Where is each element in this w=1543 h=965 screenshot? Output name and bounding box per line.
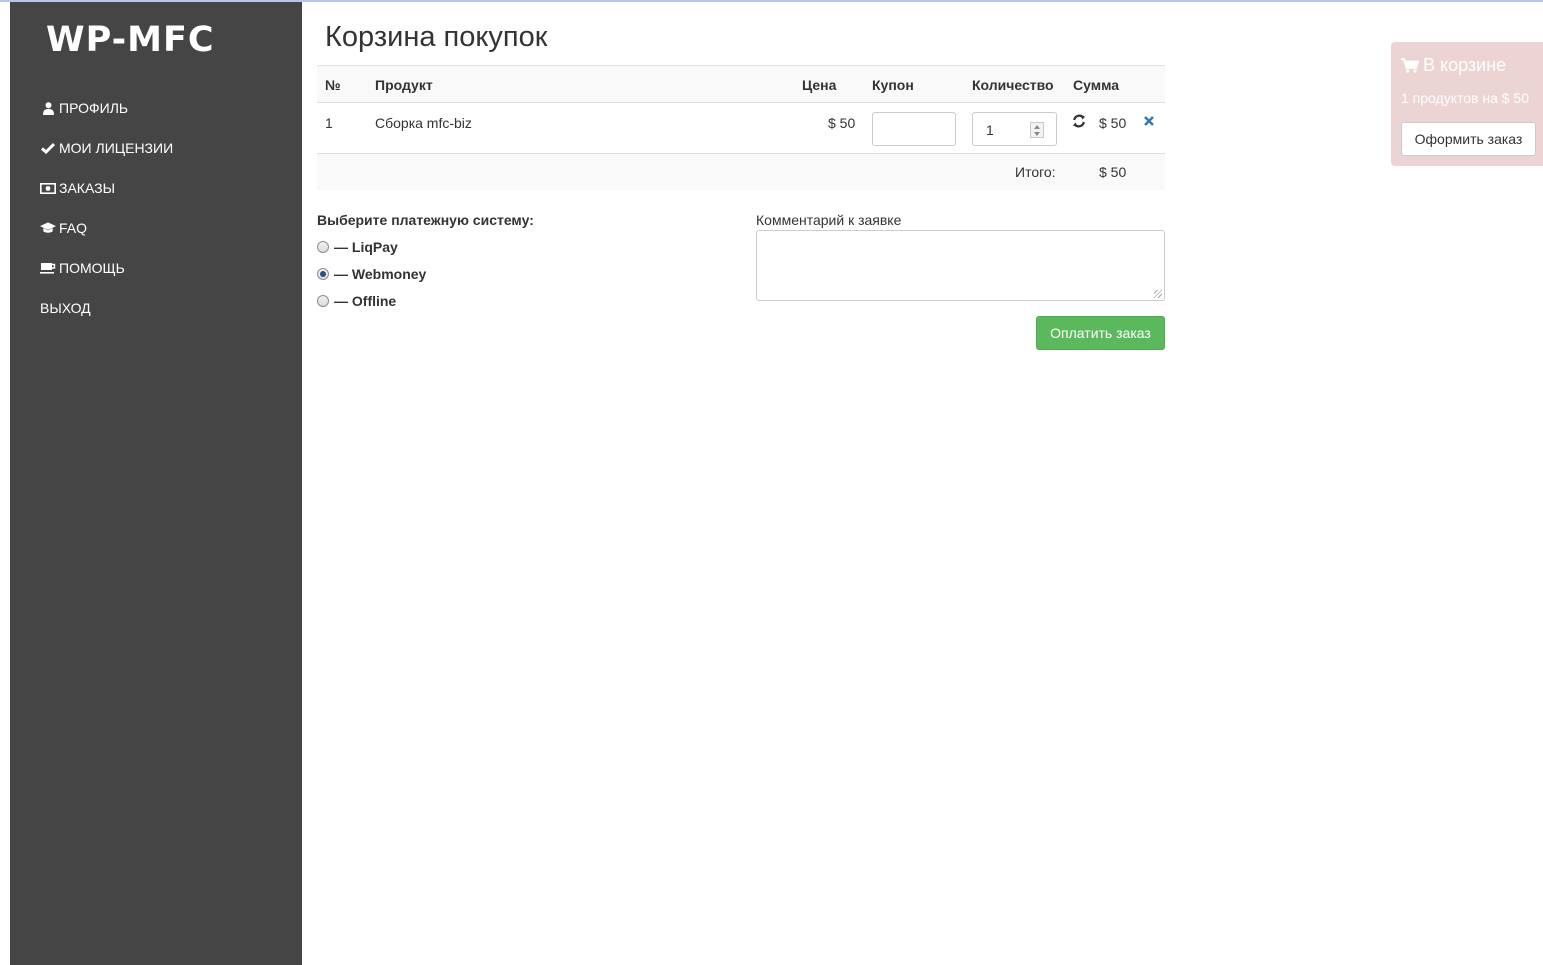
spinner-up-icon[interactable] bbox=[1034, 125, 1040, 129]
coffee-icon bbox=[40, 261, 56, 275]
sidebar-item-orders[interactable]: ЗАКАЗЫ bbox=[40, 168, 173, 208]
checkout-button[interactable]: Оформить заказ bbox=[1401, 122, 1536, 156]
sidebar-item-logout[interactable]: ВЫХОД bbox=[40, 288, 173, 328]
payment-option-label: — Offline bbox=[334, 293, 397, 309]
sidebar-item-faq[interactable]: FAQ bbox=[40, 208, 173, 248]
header-coupon: Купон bbox=[872, 77, 914, 93]
money-icon bbox=[40, 181, 56, 195]
mini-cart: В корзине 1 продуктов на $ 50 Оформить з… bbox=[1391, 42, 1543, 166]
quantity-spinner[interactable] bbox=[1030, 122, 1044, 138]
table-row: 1 Сборка mfc-biz $ 50 1 $ 50 bbox=[317, 103, 1165, 154]
sidebar-item-label: FAQ bbox=[59, 220, 88, 236]
sidebar-item-label: МОИ ЛИЦЕНЗИИ bbox=[59, 140, 174, 156]
row-product: Сборка mfc-biz bbox=[375, 115, 472, 131]
quantity-stepper[interactable]: 1 bbox=[972, 112, 1057, 146]
pay-order-button[interactable]: Оплатить заказ bbox=[1036, 316, 1165, 350]
row-price: $ 50 bbox=[828, 115, 856, 131]
total-value: $ 50 bbox=[1099, 164, 1127, 180]
comment-label: Комментарий к заявке bbox=[756, 212, 902, 228]
payment-option-offline[interactable]: — Offline bbox=[317, 293, 396, 309]
sidebar: WP-MFC ПРОФИЛЬ МОИ ЛИЦЕНЗИИ ЗАКАЗЫ FAQ П… bbox=[10, 2, 302, 965]
sidebar-item-label: ЗАКАЗЫ bbox=[59, 180, 115, 196]
total-label: Итого: bbox=[1015, 164, 1056, 180]
quantity-value: 1 bbox=[986, 122, 994, 138]
cart-table: № Продукт Цена Купон Количество Сумма 1 … bbox=[317, 65, 1165, 190]
header-num: № bbox=[325, 77, 341, 93]
coupon-input[interactable] bbox=[872, 112, 956, 146]
radio-liqpay[interactable] bbox=[317, 241, 329, 253]
table-header: № Продукт Цена Купон Количество Сумма bbox=[317, 65, 1165, 103]
graduation-cap-icon bbox=[40, 221, 56, 235]
mini-cart-summary: 1 продуктов на $ 50 bbox=[1401, 90, 1529, 106]
comment-textarea[interactable] bbox=[756, 230, 1165, 301]
payment-title: Выберите платежную систему: bbox=[317, 212, 534, 228]
payment-option-label: — LiqPay bbox=[334, 239, 398, 255]
total-row: Итого: $ 50 bbox=[317, 154, 1165, 190]
payment-option-liqpay[interactable]: — LiqPay bbox=[317, 239, 398, 255]
mini-cart-title: В корзине bbox=[1401, 55, 1506, 76]
mini-cart-title-text: В корзине bbox=[1423, 55, 1507, 75]
sidebar-item-profile[interactable]: ПРОФИЛЬ bbox=[40, 88, 173, 128]
header-sum: Сумма bbox=[1073, 77, 1120, 93]
header-price: Цена bbox=[802, 77, 837, 93]
check-icon bbox=[40, 141, 56, 155]
remove-icon[interactable] bbox=[1143, 114, 1155, 126]
resize-grip-icon[interactable] bbox=[1154, 290, 1162, 298]
radio-offline[interactable] bbox=[317, 295, 329, 307]
user-icon bbox=[40, 101, 56, 115]
radio-webmoney[interactable] bbox=[317, 268, 329, 280]
header-product: Продукт bbox=[375, 77, 433, 93]
sidebar-item-licenses[interactable]: МОИ ЛИЦЕНЗИИ bbox=[40, 128, 173, 168]
logo[interactable]: WP-MFC bbox=[46, 20, 215, 60]
spinner-down-icon[interactable] bbox=[1034, 132, 1040, 136]
row-num: 1 bbox=[325, 115, 333, 131]
payment-option-label: — Webmoney bbox=[334, 266, 427, 282]
refresh-icon[interactable] bbox=[1072, 114, 1086, 128]
page-title: Корзина покупок bbox=[325, 21, 548, 53]
sidebar-item-label: ПРОФИЛЬ bbox=[59, 100, 129, 116]
sidebar-nav: ПРОФИЛЬ МОИ ЛИЦЕНЗИИ ЗАКАЗЫ FAQ ПОМОЩЬ В… bbox=[40, 88, 173, 328]
sidebar-item-label: ПОМОЩЬ bbox=[59, 260, 125, 276]
sidebar-item-help[interactable]: ПОМОЩЬ bbox=[40, 248, 173, 288]
payment-option-webmoney[interactable]: — Webmoney bbox=[317, 266, 426, 282]
row-sum: $ 50 bbox=[1099, 115, 1127, 131]
shopping-cart-icon bbox=[1401, 58, 1419, 73]
sidebar-item-label: ВЫХОД bbox=[40, 300, 91, 316]
header-quantity: Количество bbox=[972, 77, 1054, 93]
